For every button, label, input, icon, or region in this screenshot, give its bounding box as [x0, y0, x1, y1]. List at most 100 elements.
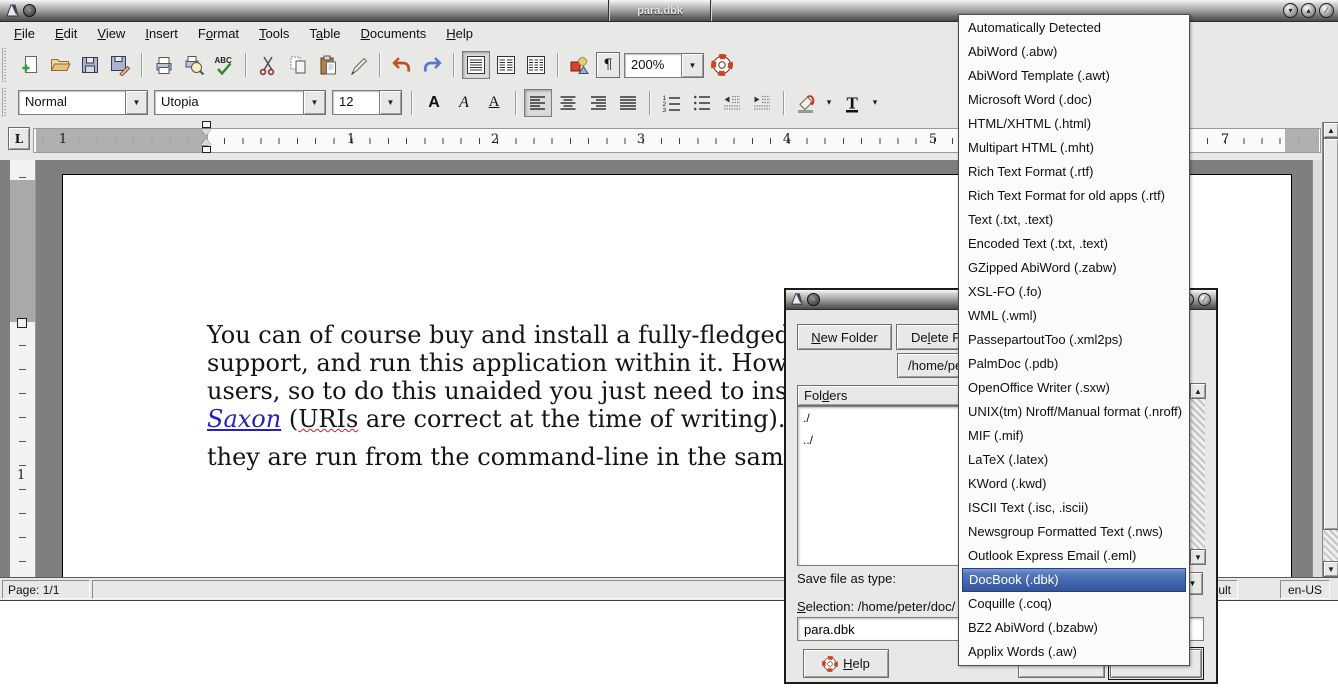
- file-type-option[interactable]: Encoded Text (.txt, .text): [959, 232, 1189, 256]
- file-type-option[interactable]: UNIX(tm) Nroff/Manual format (.nroff): [959, 400, 1189, 424]
- scroll-down-icon[interactable]: ▼: [1323, 561, 1338, 577]
- spell-check-button[interactable]: ABC: [210, 51, 238, 79]
- cut-button[interactable]: [254, 51, 282, 79]
- menu-edit[interactable]: Edit: [45, 24, 87, 43]
- menu-help[interactable]: Help: [436, 24, 483, 43]
- file-type-option[interactable]: OpenOffice Writer (.sxw): [959, 376, 1189, 400]
- file-type-option[interactable]: Outlook Express Email (.eml): [959, 544, 1189, 568]
- file-type-option[interactable]: LaTeX (.latex): [959, 448, 1189, 472]
- show-paragraphs-button[interactable]: ¶: [596, 52, 620, 78]
- paste-button[interactable]: [314, 51, 342, 79]
- dialog-scroll-down-icon[interactable]: ▼: [1190, 549, 1206, 565]
- font-color-button[interactable]: T: [838, 89, 866, 117]
- first-line-indent-marker-triangle[interactable]: [201, 129, 211, 136]
- menu-documents[interactable]: Documents: [351, 24, 437, 43]
- new-folder-button[interactable]: New Folder: [797, 324, 892, 350]
- file-type-option[interactable]: HTML/XHTML (.html): [959, 112, 1189, 136]
- open-folder-button[interactable]: [46, 51, 74, 79]
- menu-insert[interactable]: Insert: [135, 24, 188, 43]
- toolbar-grip[interactable]: [2, 48, 11, 82]
- scrollbar-thumb[interactable]: [1323, 138, 1338, 530]
- status-language-indicator[interactable]: en-US: [1280, 580, 1330, 599]
- menu-view[interactable]: View: [87, 24, 135, 43]
- file-type-option[interactable]: KWord (.kwd): [959, 472, 1189, 496]
- file-type-option[interactable]: Multipart HTML (.mht): [959, 136, 1189, 160]
- increase-indent-button[interactable]: [748, 89, 776, 117]
- dialog-scrollbar[interactable]: ▲ ▼: [1189, 383, 1205, 565]
- file-type-option[interactable]: AbiWord Template (.awt): [959, 64, 1189, 88]
- file-type-option[interactable]: AbiWord (.abw): [959, 40, 1189, 64]
- save-file-button[interactable]: [76, 51, 104, 79]
- left-indent-marker-triangle[interactable]: [201, 138, 211, 145]
- dialog-scroll-up-icon[interactable]: ▲: [1190, 383, 1206, 399]
- numbered-list-button[interactable]: 123: [658, 89, 686, 117]
- highlight-color-button[interactable]: [792, 89, 820, 117]
- menu-table[interactable]: Table: [299, 24, 350, 43]
- file-type-option[interactable]: PassepartoutToo (.xml2ps): [959, 328, 1189, 352]
- format-painter-button[interactable]: [344, 51, 372, 79]
- align-center-button[interactable]: [554, 89, 582, 117]
- font-combo-arrow-icon[interactable]: ▼: [304, 90, 326, 115]
- shade-icon[interactable]: ▾: [1283, 3, 1298, 18]
- file-type-option[interactable]: Rich Text Format (.rtf): [959, 160, 1189, 184]
- zoom-combo-arrow-icon[interactable]: ▼: [682, 53, 704, 78]
- help-button[interactable]: Help: [803, 649, 889, 678]
- menu-tools[interactable]: Tools: [249, 24, 299, 43]
- copy-button[interactable]: [284, 51, 312, 79]
- menu-format[interactable]: Format: [188, 24, 249, 43]
- font-combo[interactable]: Utopia▼: [154, 90, 326, 115]
- dialog-close-icon[interactable]: ∕: [1198, 293, 1211, 306]
- file-type-option[interactable]: Microsoft Word (.doc): [959, 88, 1189, 112]
- bold-button[interactable]: A: [420, 89, 448, 117]
- file-type-option[interactable]: MIF (.mif): [959, 424, 1189, 448]
- font-color-arrow-button[interactable]: ▾: [867, 91, 883, 115]
- italic-button[interactable]: A: [450, 89, 478, 117]
- undo-button[interactable]: [388, 51, 416, 79]
- file-type-option[interactable]: Rich Text Format for old apps (.rtf): [959, 184, 1189, 208]
- align-right-button[interactable]: [584, 89, 612, 117]
- close-icon[interactable]: ∕: [1319, 3, 1334, 18]
- file-type-option[interactable]: PalmDoc (.pdb): [959, 352, 1189, 376]
- style-combo[interactable]: Normal▼: [18, 90, 148, 115]
- maximize-icon[interactable]: ▴: [1301, 3, 1316, 18]
- tab-stop-selector[interactable]: L: [8, 127, 30, 150]
- file-type-option[interactable]: GZipped AbiWord (.zabw): [959, 256, 1189, 280]
- decrease-indent-button[interactable]: [718, 89, 746, 117]
- dialog-scrollbar-trough[interactable]: [1191, 399, 1205, 549]
- size-combo-arrow-icon[interactable]: ▼: [380, 90, 402, 115]
- style-combo-arrow-icon[interactable]: ▼: [126, 90, 148, 115]
- help-button[interactable]: [708, 51, 736, 79]
- file-type-option-selected[interactable]: DocBook (.dbk): [962, 568, 1186, 592]
- file-type-option[interactable]: Text (.txt, .text): [959, 208, 1189, 232]
- file-type-option[interactable]: ISCII Text (.isc, .iscii): [959, 496, 1189, 520]
- highlight-color-arrow-button[interactable]: ▾: [821, 91, 837, 115]
- file-type-option[interactable]: BZ2 AbiWord (.bzabw): [959, 616, 1189, 640]
- file-type-option[interactable]: XSL-FO (.fo): [959, 280, 1189, 304]
- hyperlink-saxon[interactable]: Saxon: [207, 405, 281, 433]
- save-as-button[interactable]: [106, 51, 134, 79]
- align-justify-button[interactable]: [614, 89, 642, 117]
- menu-file[interactable]: File: [4, 24, 45, 43]
- new-document-button[interactable]: [16, 51, 44, 79]
- insert-graphic-button[interactable]: [566, 51, 594, 79]
- window-menu-icon[interactable]: -: [23, 4, 36, 17]
- size-combo[interactable]: 12▼: [332, 90, 402, 115]
- dialog-window-menu-icon[interactable]: -: [807, 293, 820, 306]
- columns-2-button[interactable]: [492, 51, 520, 79]
- file-type-option[interactable]: Newsgroup Formatted Text (.nws): [959, 520, 1189, 544]
- file-type-option[interactable]: Automatically Detected: [959, 16, 1189, 40]
- left-indent-marker[interactable]: [202, 146, 211, 153]
- file-type-option[interactable]: Applix Words (.aw): [959, 640, 1189, 664]
- vertical-ruler[interactable]: 1: [10, 160, 36, 577]
- zoom-combo[interactable]: 200%▼: [624, 53, 704, 78]
- print-preview-button[interactable]: [180, 51, 208, 79]
- toolbar-grip[interactable]: [2, 88, 11, 117]
- top-margin-marker[interactable]: [17, 318, 27, 328]
- columns-3-button[interactable]: [522, 51, 550, 79]
- scrollbar-trough[interactable]: [1324, 530, 1338, 561]
- print-button[interactable]: [150, 51, 178, 79]
- main-vertical-scrollbar[interactable]: [1312, 160, 1322, 577]
- underline-button[interactable]: A: [480, 89, 508, 117]
- columns-1-button[interactable]: [462, 51, 490, 79]
- redo-button[interactable]: [418, 51, 446, 79]
